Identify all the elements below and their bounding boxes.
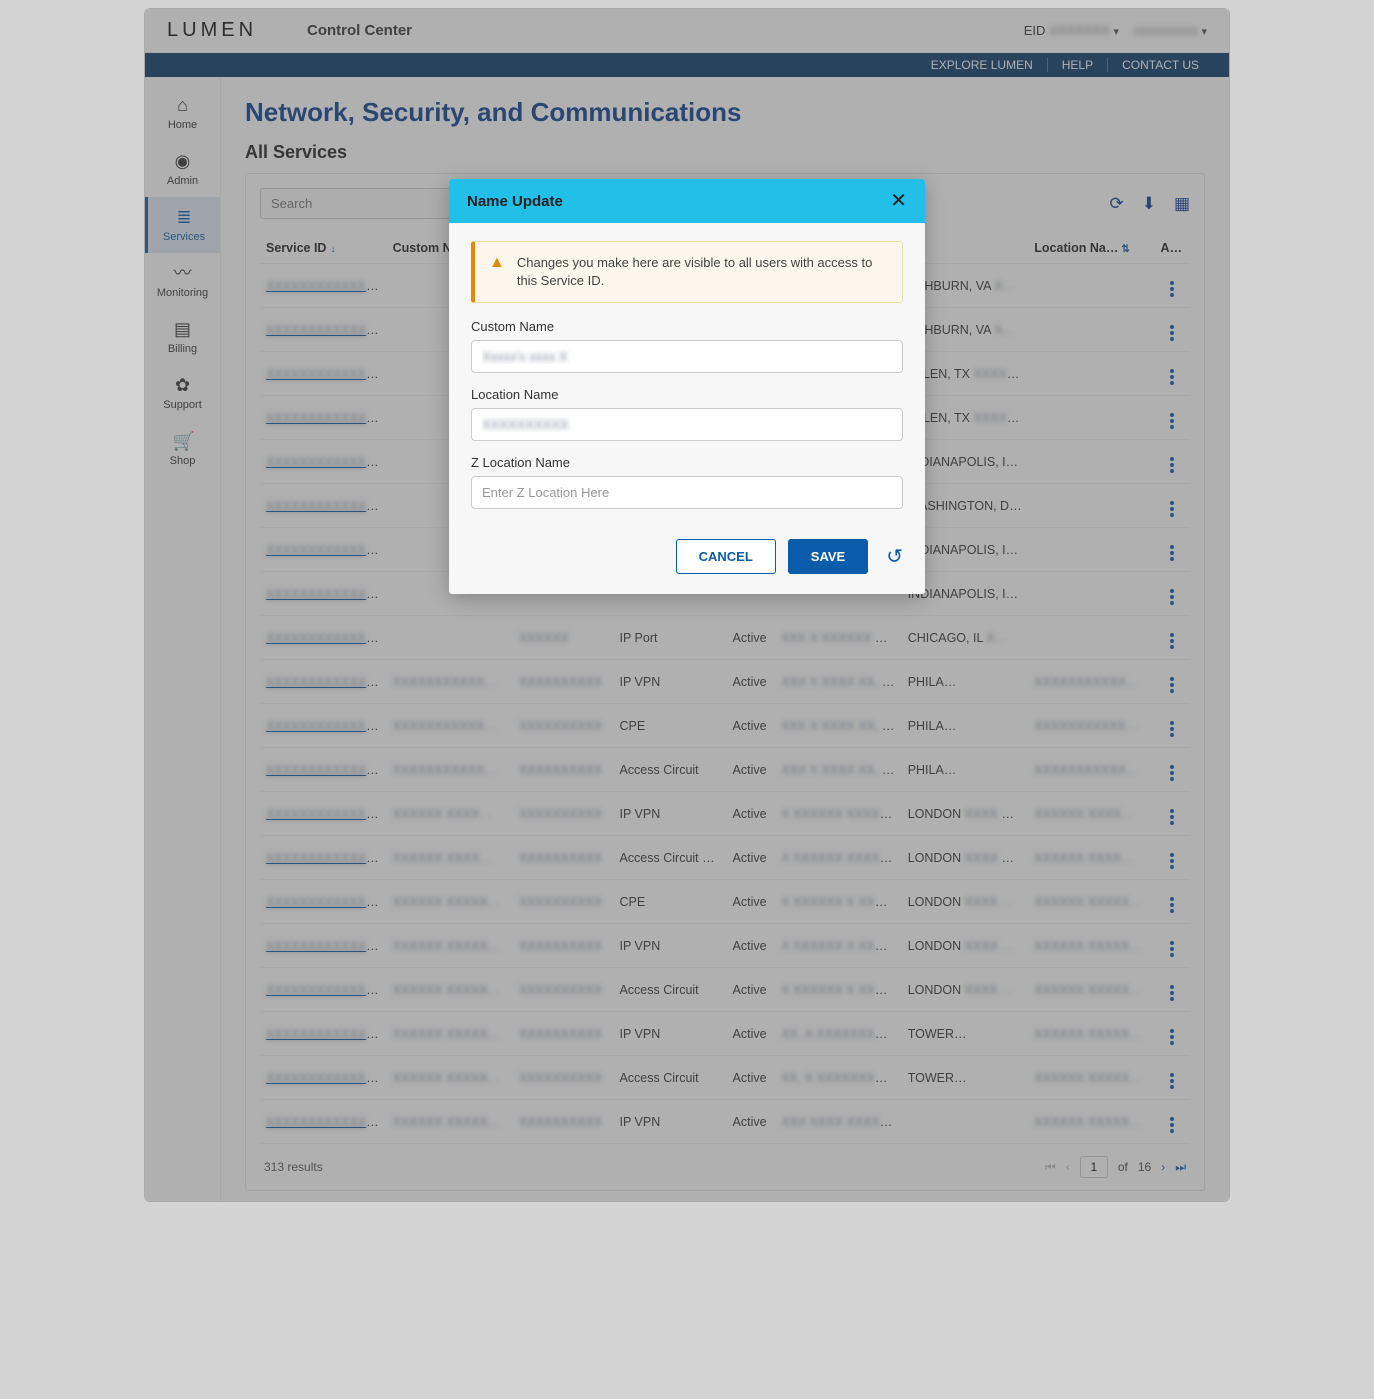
reset-icon[interactable]: ↺ bbox=[886, 544, 903, 569]
location-name-input[interactable] bbox=[471, 408, 903, 441]
location-name-label: Location Name bbox=[471, 387, 903, 402]
warning-text: Changes you make here are visible to all… bbox=[517, 254, 888, 290]
modal-header: Name Update ✕ bbox=[449, 179, 925, 223]
warning-banner: ▲ Changes you make here are visible to a… bbox=[471, 241, 903, 303]
z-location-label: Z Location Name bbox=[471, 455, 903, 470]
custom-name-input[interactable] bbox=[471, 340, 903, 373]
modal-title: Name Update bbox=[467, 193, 563, 210]
modal-overlay: Name Update ✕ ▲ Changes you make here ar… bbox=[145, 9, 1229, 1201]
name-update-modal: Name Update ✕ ▲ Changes you make here ar… bbox=[449, 179, 925, 594]
app-frame: LUMEN Control Center EID XXXXXXX ▾ xxxxx… bbox=[144, 8, 1230, 1202]
close-icon[interactable]: ✕ bbox=[890, 191, 907, 211]
custom-name-label: Custom Name bbox=[471, 319, 903, 334]
save-button[interactable]: SAVE bbox=[788, 539, 868, 574]
cancel-button[interactable]: CANCEL bbox=[676, 539, 776, 574]
z-location-input[interactable] bbox=[471, 476, 903, 509]
modal-body: ▲ Changes you make here are visible to a… bbox=[449, 223, 925, 531]
modal-actions: CANCEL SAVE ↺ bbox=[449, 531, 925, 594]
warning-icon: ▲ bbox=[489, 254, 505, 290]
